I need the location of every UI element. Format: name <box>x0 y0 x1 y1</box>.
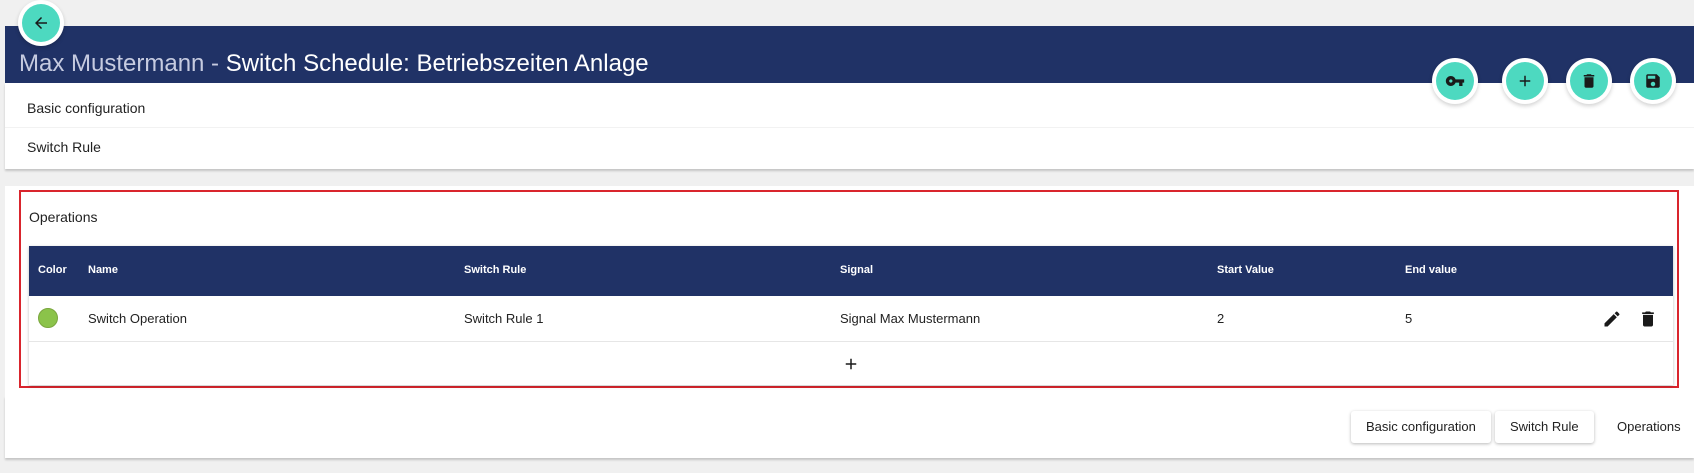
operations-card: Operations Color Name Switch Rule Signal… <box>5 186 1694 396</box>
floppy-disk-icon <box>1646 74 1660 88</box>
cell-signal: Signal Max Mustermann <box>840 311 981 326</box>
cell-name: Switch Operation <box>88 311 187 326</box>
delete-button[interactable] <box>1570 62 1608 100</box>
pencil-icon[interactable] <box>1602 309 1622 329</box>
trash-icon <box>1583 74 1595 88</box>
save-button[interactable] <box>1634 62 1672 100</box>
cell-start-value: 2 <box>1217 311 1225 326</box>
operations-highlight-frame: Operations Color Name Switch Rule Signal… <box>19 190 1679 388</box>
table-row[interactable]: Switch Operation Switch Rule 1 Signal Ma… <box>29 296 1673 342</box>
title-separator: - <box>204 50 226 77</box>
column-header-signal[interactable]: Signal <box>840 264 873 276</box>
nav-basic-configuration[interactable]: Basic configuration <box>1351 411 1491 443</box>
color-swatch <box>38 308 58 328</box>
back-button[interactable] <box>22 4 60 42</box>
section-basic-configuration[interactable]: Basic configuration <box>27 100 145 116</box>
divider <box>5 127 1694 128</box>
page-title: Max Mustermann - Switch Schedule: Betrie… <box>19 50 649 78</box>
section-switch-rule[interactable]: Switch Rule <box>27 139 101 155</box>
bottom-navigation: Basic configuration Switch Rule Operatio… <box>5 396 1694 458</box>
key-icon <box>1445 76 1465 86</box>
title-owner: Max Mustermann <box>19 50 205 77</box>
operations-table: Color Name Switch Rule Signal Start Valu… <box>29 246 1673 385</box>
nav-switch-rule[interactable]: Switch Rule <box>1495 411 1594 443</box>
column-header-color[interactable]: Color <box>38 264 67 276</box>
cell-end-value: 5 <box>1405 311 1413 326</box>
add-operation-row[interactable] <box>29 342 1673 385</box>
title-main: Switch Schedule: Betriebszeiten Anlage <box>225 50 649 77</box>
trash-icon[interactable] <box>1638 309 1658 329</box>
key-button[interactable] <box>1436 62 1474 100</box>
arrow-left-icon <box>35 17 47 29</box>
plus-icon[interactable] <box>842 355 860 373</box>
plus-icon <box>1519 75 1531 87</box>
config-sections-card: Basic configuration Switch Rule <box>5 83 1694 169</box>
add-button[interactable] <box>1506 62 1544 100</box>
column-header-end-value[interactable]: End value <box>1405 264 1457 276</box>
column-header-name[interactable]: Name <box>88 264 118 276</box>
column-header-start-value[interactable]: Start Value <box>1217 264 1274 276</box>
column-header-switch-rule[interactable]: Switch Rule <box>464 264 526 276</box>
nav-operations[interactable]: Operations <box>1602 411 1694 443</box>
cell-switch-rule: Switch Rule 1 <box>464 311 544 326</box>
table-header: Color Name Switch Rule Signal Start Valu… <box>29 246 1673 296</box>
operations-title: Operations <box>29 209 98 225</box>
